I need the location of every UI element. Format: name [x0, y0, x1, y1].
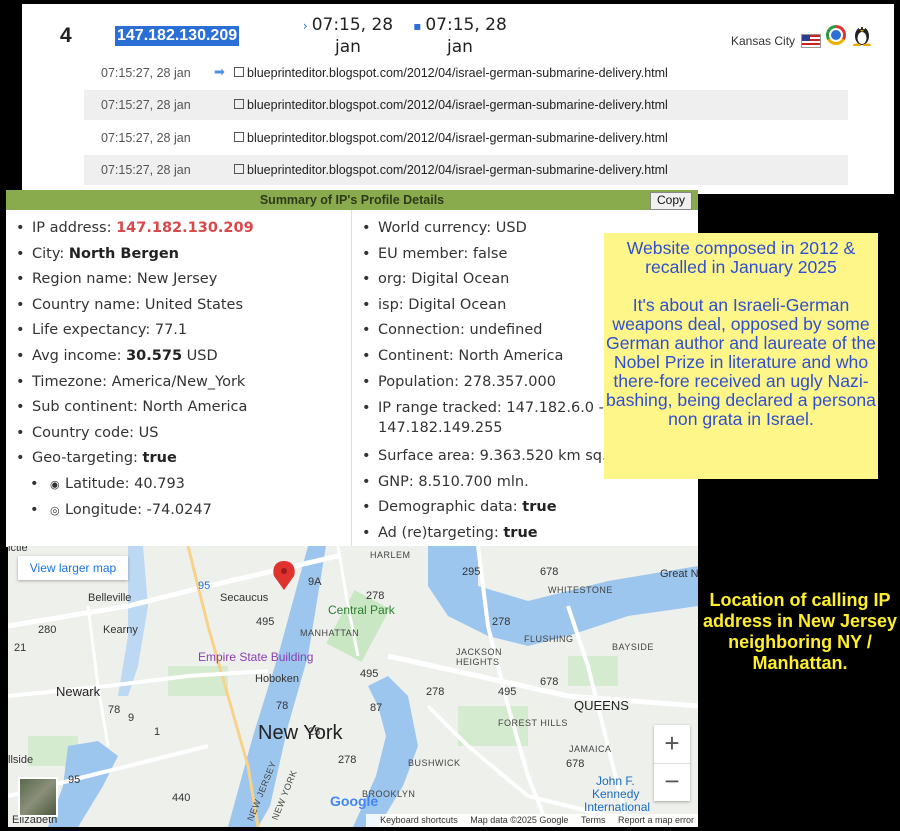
google-logo: Google [330, 793, 379, 809]
last-visit-time: ▪ 07:15, 28 jan [413, 15, 507, 57]
road-shield: 21 [14, 642, 27, 654]
list-item: Connection: undefined [356, 318, 607, 344]
external-link-icon [234, 67, 244, 77]
list-item: GNP: 8.510.700 mln. [356, 470, 607, 496]
report-error-link[interactable]: Report a map error [618, 815, 694, 825]
road-shield: 678 [566, 758, 585, 770]
list-item: ◉Latitude: 40.793 [10, 472, 254, 498]
copy-button[interactable]: Copy [649, 192, 692, 210]
visit-city: Kansas City [731, 34, 796, 48]
road-shield: 9 [128, 712, 135, 724]
zoom-control: + − [654, 725, 690, 801]
satellite-toggle-button[interactable] [18, 777, 58, 817]
profile-list-right: World currency: USD EU member: false org… [356, 216, 607, 547]
road-shield: 278 [366, 590, 385, 602]
list-item: Geo-targeting: true [10, 446, 254, 472]
road-shield: 678 [540, 566, 559, 578]
road-shield: 25 [308, 726, 321, 738]
square-icon: ▪ [413, 19, 422, 33]
list-item: Population: 278.357.000 [356, 370, 607, 396]
road-shield: 95 [68, 774, 81, 786]
zoom-out-button[interactable]: − [654, 763, 690, 802]
log-row: 07:15:27, 28 jan blueprinteditor.blogspo… [84, 90, 848, 120]
road-shield: 78 [108, 704, 121, 716]
road-shield: 495 [256, 616, 275, 628]
list-item: IP range tracked: 147.182.6.0 -147.182.1… [356, 395, 607, 444]
list-item: Surface area: 9.363.520 km sq. [356, 444, 607, 470]
ip-profile-summary: Summary of IP's Profile Details Copy IP … [6, 190, 698, 547]
road-shield: 295 [462, 566, 481, 578]
road-shield: 278 [338, 754, 357, 766]
us-flag-icon [801, 34, 821, 48]
list-item: ◎Longitude: -74.0247 [10, 498, 254, 524]
external-link-icon [234, 132, 244, 142]
map-caption: Location of calling IP address in New Je… [702, 590, 898, 673]
list-item: Timezone: America/New_York [10, 370, 254, 396]
profile-list-left: IP address: 147.182.130.209 City: North … [10, 216, 254, 523]
first-visit-time: › 07:15, 28 jan [302, 15, 394, 57]
list-item: EU member: false [356, 242, 607, 268]
list-item: Region name: New Jersey [10, 267, 254, 293]
radio-checked-icon: ◉ [50, 477, 60, 491]
page-link[interactable]: blueprinteditor.blogspot.com/2012/04/isr… [234, 163, 668, 177]
road-shield: 495 [360, 668, 379, 680]
list-item: isp: Digital Ocean [356, 293, 607, 319]
linux-os-icon [853, 26, 871, 46]
page-link[interactable]: blueprinteditor.blogspot.com/2012/04/isr… [234, 66, 668, 80]
list-item: Ad (re)targeting: true [356, 521, 607, 547]
road-shield: 9A [308, 576, 322, 588]
visit-number: 4 [60, 24, 72, 47]
log-row: 07:15:27, 28 jan blueprinteditor.blogspo… [101, 131, 668, 145]
road-shield: 440 [172, 792, 191, 804]
road-shield: 95 [198, 580, 211, 592]
external-link-icon [234, 99, 244, 109]
list-item: Country code: US [10, 421, 254, 447]
keyboard-shortcuts-link[interactable]: Keyboard shortcuts [380, 815, 458, 825]
list-item: Life expectancy: 77.1 [10, 318, 254, 344]
list-item: World currency: USD [356, 216, 607, 242]
summary-title: Summary of IP's Profile Details [6, 190, 698, 210]
zoom-in-button[interactable]: + [654, 725, 690, 763]
external-link-icon [234, 164, 244, 174]
road-shield: 678 [540, 676, 559, 688]
arrow-right-icon: ➡ [214, 64, 225, 79]
terms-link[interactable]: Terms [581, 815, 606, 825]
view-larger-map-link[interactable]: View larger map [18, 556, 128, 580]
chrome-browser-icon [826, 25, 846, 45]
column-divider [351, 210, 352, 547]
list-item: Demographic data: true [356, 495, 607, 521]
page-link[interactable]: blueprinteditor.blogspot.com/2012/04/isr… [234, 98, 668, 112]
list-item: org: Digital Ocean [356, 267, 607, 293]
annotation-note: Website composed in 2012 & recalled in J… [604, 233, 878, 479]
list-item: IP address: 147.182.130.209 [10, 216, 254, 242]
road-shield: 87 [370, 702, 383, 714]
log-row: 07:15:27, 28 jan blueprinteditor.blogspo… [84, 155, 848, 185]
road-shield: 278 [426, 686, 445, 698]
list-item: City: North Bergen [10, 242, 254, 268]
list-item: Country name: United States [10, 293, 254, 319]
road-shield: 1 [154, 726, 161, 738]
list-item: Sub continent: North America [10, 395, 254, 421]
road-shield: 278 [492, 616, 511, 628]
visit-ip-address[interactable]: 147.182.130.209 [115, 26, 240, 46]
list-item: Avg income: 30.575 USD [10, 344, 254, 370]
road-shield: 280 [38, 624, 57, 636]
road-shield: 495 [498, 686, 517, 698]
log-row: 07:15:27, 28 jan ➡ blueprinteditor.blogs… [101, 64, 668, 80]
map-view[interactable]: View larger map Secaucus Belleville Kear… [8, 546, 698, 827]
list-item: Continent: North America [356, 344, 607, 370]
chevron-right-icon: › [302, 19, 308, 33]
road-shield: 78 [276, 700, 289, 712]
radio-unchecked-icon: ◎ [50, 503, 60, 517]
page-link[interactable]: blueprinteditor.blogspot.com/2012/04/isr… [234, 131, 668, 145]
map-attribution: Keyboard shortcuts Map data ©2025 Google… [366, 814, 698, 827]
